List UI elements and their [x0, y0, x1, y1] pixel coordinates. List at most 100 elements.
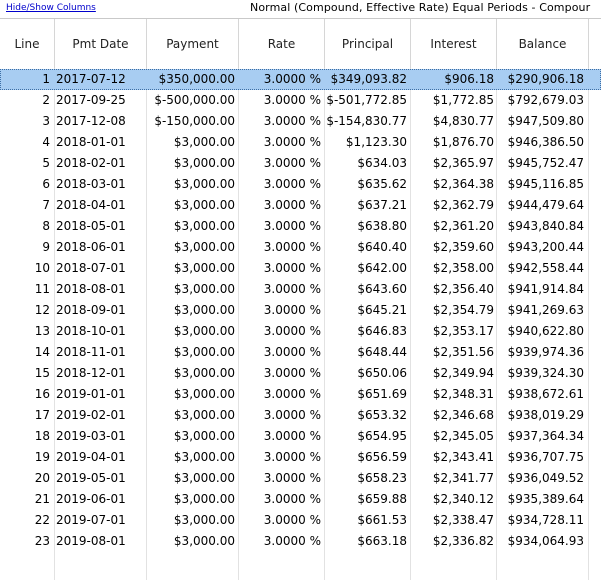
balance-cell[interactable]: $944,479.64 — [497, 195, 584, 216]
principal-cell[interactable]: $661.53 — [325, 510, 407, 531]
line-cell[interactable]: 23 — [0, 531, 50, 552]
balance-cell[interactable]: $934,064.93 — [497, 531, 584, 552]
column-header-interest[interactable]: Interest — [411, 19, 497, 69]
principal-cell[interactable]: $663.18 — [325, 531, 407, 552]
principal-cell[interactable]: $659.88 — [325, 489, 407, 510]
balance-cell[interactable]: $938,019.29 — [497, 405, 584, 426]
table-row[interactable]: 10 2018-07-01 $3,000.00 3.0000 % $642.00 $2,3… — [0, 258, 601, 279]
pmt-date-cell[interactable]: 2018-07-01 — [55, 258, 141, 279]
balance-cell[interactable]: $792,679.03 — [497, 90, 584, 111]
table-row[interactable]: 17 2019-02-01 $3,000.00 3.0000 % $653.32 $2,3… — [0, 405, 601, 426]
rate-cell[interactable]: 3.0000 % — [239, 489, 321, 510]
rate-cell[interactable]: 3.0000 % — [239, 405, 321, 426]
interest-cell[interactable]: $2,338.47 — [411, 510, 494, 531]
table-row[interactable]: 3 2017-12-08 $-150,000.00 3.0000 % $-154,830… — [0, 111, 601, 132]
pmt-date-cell[interactable]: 2018-04-01 — [55, 195, 141, 216]
principal-cell[interactable]: $654.95 — [325, 426, 407, 447]
rate-cell[interactable]: 3.0000 % — [239, 90, 321, 111]
balance-cell[interactable]: $945,752.47 — [497, 153, 584, 174]
pmt-date-cell[interactable]: 2018-10-01 — [55, 321, 141, 342]
interest-cell[interactable]: $2,364.38 — [411, 174, 494, 195]
interest-cell[interactable]: $2,354.79 — [411, 300, 494, 321]
line-cell[interactable]: 6 — [0, 174, 50, 195]
principal-cell[interactable]: $634.03 — [325, 153, 407, 174]
payment-cell[interactable]: $3,000.00 — [147, 153, 235, 174]
rate-cell[interactable]: 3.0000 % — [239, 237, 321, 258]
table-row[interactable]: 15 2018-12-01 $3,000.00 3.0000 % $650.06 $2,3… — [0, 363, 601, 384]
principal-cell[interactable]: $1,123.30 — [325, 132, 407, 153]
pmt-date-cell[interactable]: 2018-01-01 — [55, 132, 141, 153]
principal-cell[interactable]: $645.21 — [325, 300, 407, 321]
pmt-date-cell[interactable]: 2018-06-01 — [55, 237, 141, 258]
payment-cell[interactable]: $3,000.00 — [147, 468, 235, 489]
payment-cell[interactable]: $3,000.00 — [147, 447, 235, 468]
pmt-date-cell[interactable]: 2017-12-08 — [55, 111, 141, 132]
pmt-date-cell[interactable]: 2018-02-01 — [55, 153, 141, 174]
rate-cell[interactable]: 3.0000 % — [239, 384, 321, 405]
balance-cell[interactable]: $940,622.80 — [497, 321, 584, 342]
interest-cell[interactable]: $2,362.79 — [411, 195, 494, 216]
line-cell[interactable]: 15 — [0, 363, 50, 384]
rate-cell[interactable]: 3.0000 % — [239, 300, 321, 321]
line-cell[interactable]: 7 — [0, 195, 50, 216]
principal-cell[interactable]: $635.62 — [325, 174, 407, 195]
balance-cell[interactable]: $290,906.18 — [497, 69, 584, 90]
line-cell[interactable]: 17 — [0, 405, 50, 426]
rate-cell[interactable]: 3.0000 % — [239, 279, 321, 300]
principal-cell[interactable]: $650.06 — [325, 363, 407, 384]
balance-cell[interactable]: $943,840.84 — [497, 216, 584, 237]
line-cell[interactable]: 19 — [0, 447, 50, 468]
column-header-pmt-date[interactable]: Pmt Date — [55, 19, 147, 69]
payment-cell[interactable]: $3,000.00 — [147, 216, 235, 237]
payment-cell[interactable]: $3,000.00 — [147, 237, 235, 258]
rate-cell[interactable]: 3.0000 % — [239, 153, 321, 174]
table-row[interactable]: 12 2018-09-01 $3,000.00 3.0000 % $645.21 $2,3… — [0, 300, 601, 321]
line-cell[interactable]: 8 — [0, 216, 50, 237]
line-cell[interactable]: 2 — [0, 90, 50, 111]
pmt-date-cell[interactable]: 2017-07-12 — [55, 69, 141, 90]
payment-cell[interactable]: $3,000.00 — [147, 384, 235, 405]
pmt-date-cell[interactable]: 2019-04-01 — [55, 447, 141, 468]
interest-cell[interactable]: $2,345.05 — [411, 426, 494, 447]
table-row[interactable]: 8 2018-05-01 $3,000.00 3.0000 % $638.80 $2,36… — [0, 216, 601, 237]
interest-cell[interactable]: $2,361.20 — [411, 216, 494, 237]
balance-cell[interactable]: $934,728.11 — [497, 510, 584, 531]
pmt-date-cell[interactable]: 2017-09-25 — [55, 90, 141, 111]
rate-cell[interactable]: 3.0000 % — [239, 132, 321, 153]
table-row[interactable]: 21 2019-06-01 $3,000.00 3.0000 % $659.88 $2,3… — [0, 489, 601, 510]
rate-cell[interactable]: 3.0000 % — [239, 174, 321, 195]
pmt-date-cell[interactable]: 2019-02-01 — [55, 405, 141, 426]
line-cell[interactable]: 14 — [0, 342, 50, 363]
interest-cell[interactable]: $2,353.17 — [411, 321, 494, 342]
interest-cell[interactable]: $2,343.41 — [411, 447, 494, 468]
line-cell[interactable]: 4 — [0, 132, 50, 153]
balance-cell[interactable]: $939,324.30 — [497, 363, 584, 384]
rate-cell[interactable]: 3.0000 % — [239, 510, 321, 531]
principal-cell[interactable]: $349,093.82 — [325, 69, 407, 90]
line-cell[interactable]: 12 — [0, 300, 50, 321]
balance-cell[interactable]: $936,707.75 — [497, 447, 584, 468]
rate-cell[interactable]: 3.0000 % — [239, 531, 321, 552]
pmt-date-cell[interactable]: 2019-06-01 — [55, 489, 141, 510]
principal-cell[interactable]: $-154,830.77 — [325, 111, 407, 132]
balance-cell[interactable]: $943,200.44 — [497, 237, 584, 258]
payment-cell[interactable]: $3,000.00 — [147, 258, 235, 279]
interest-cell[interactable]: $1,772.85 — [411, 90, 494, 111]
payment-cell[interactable]: $3,000.00 — [147, 195, 235, 216]
interest-cell[interactable]: $2,346.68 — [411, 405, 494, 426]
pmt-date-cell[interactable]: 2018-09-01 — [55, 300, 141, 321]
line-cell[interactable]: 11 — [0, 279, 50, 300]
table-row[interactable]: 2 2017-09-25 $-500,000.00 3.0000 % $-501,772… — [0, 90, 601, 111]
rate-cell[interactable]: 3.0000 % — [239, 216, 321, 237]
principal-cell[interactable]: $656.59 — [325, 447, 407, 468]
column-header-rate[interactable]: Rate — [239, 19, 325, 69]
line-cell[interactable]: 20 — [0, 468, 50, 489]
principal-cell[interactable]: $653.32 — [325, 405, 407, 426]
pmt-date-cell[interactable]: 2018-05-01 — [55, 216, 141, 237]
pmt-date-cell[interactable]: 2018-08-01 — [55, 279, 141, 300]
balance-cell[interactable]: $945,116.85 — [497, 174, 584, 195]
table-row[interactable]: 20 2019-05-01 $3,000.00 3.0000 % $658.23 $2,3… — [0, 468, 601, 489]
column-header-principal[interactable]: Principal — [325, 19, 411, 69]
interest-cell[interactable]: $2,365.97 — [411, 153, 494, 174]
table-row[interactable]: 11 2018-08-01 $3,000.00 3.0000 % $643.60 $2,3… — [0, 279, 601, 300]
